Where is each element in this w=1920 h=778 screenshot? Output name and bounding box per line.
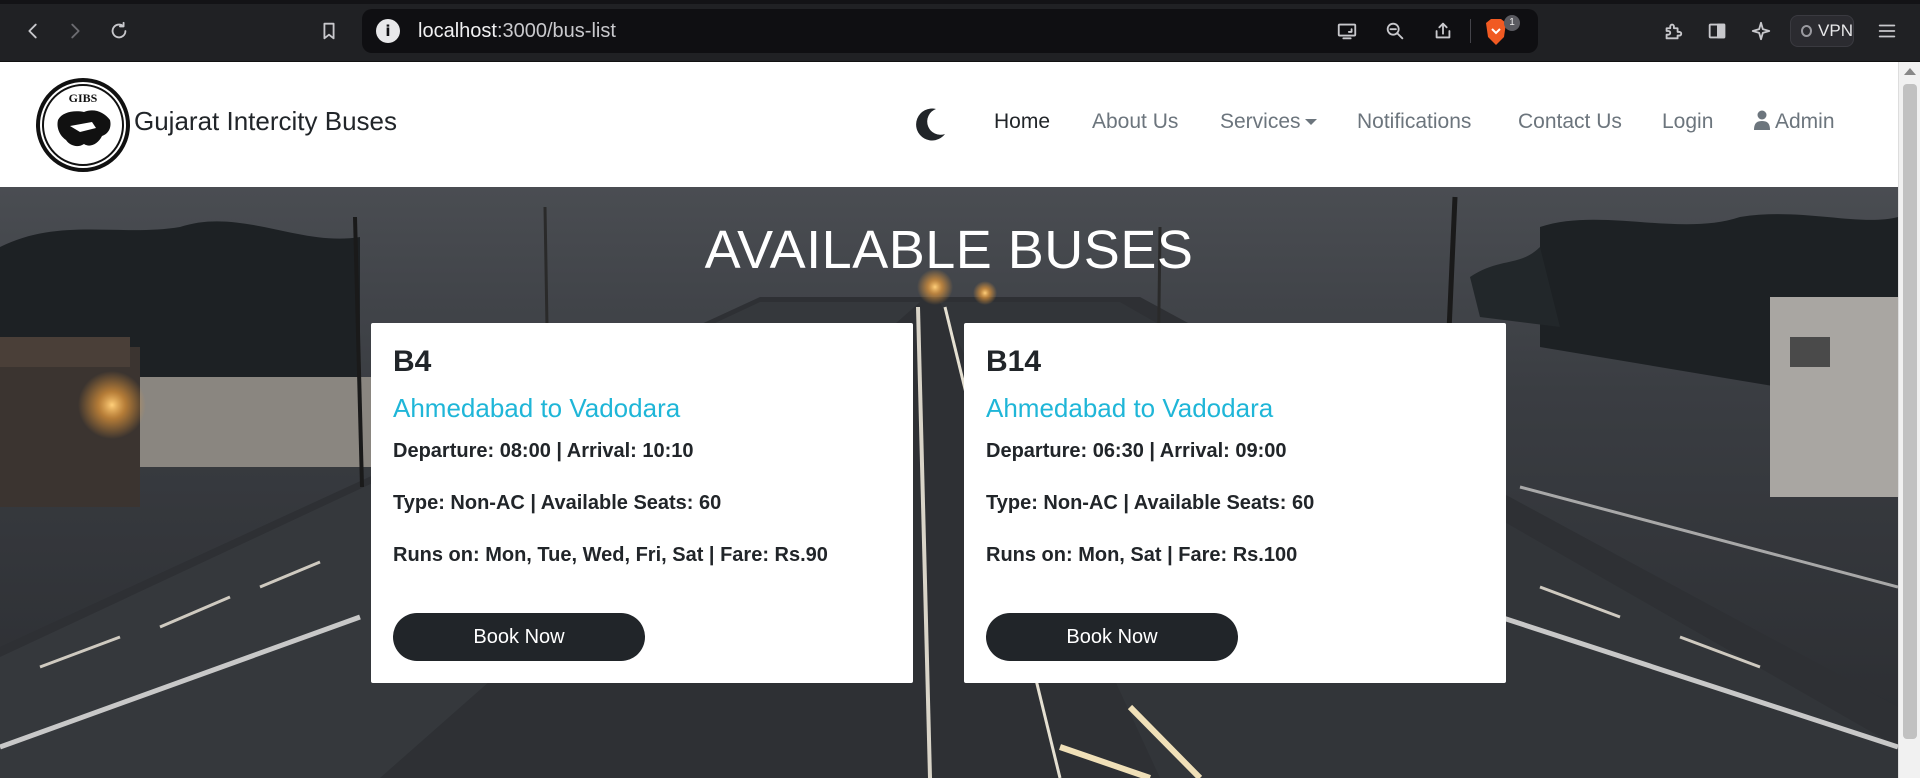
chevron-down-icon — [1304, 119, 1317, 126]
brave-shield-icon[interactable]: 1 — [1482, 15, 1520, 47]
brand-name[interactable]: Gujarat Intercity Buses — [134, 106, 397, 137]
url-text[interactable]: localhost:3000/bus-list — [418, 20, 616, 43]
extensions-icon[interactable] — [1656, 14, 1690, 48]
nav-home[interactable]: Home — [994, 110, 1050, 134]
zoom-out-icon[interactable] — [1382, 18, 1408, 44]
cast-icon[interactable] — [1334, 18, 1360, 44]
nav-admin-label: Admin — [1775, 110, 1835, 133]
site-navbar: GIBS Gujarat Intercity Buses Home About … — [0, 62, 1898, 187]
nav-login[interactable]: Login — [1662, 110, 1713, 134]
shield-count-badge: 1 — [1504, 15, 1520, 31]
nav-contact[interactable]: Contact Us — [1518, 110, 1622, 134]
vpn-status-icon — [1801, 25, 1813, 37]
bus-type-seats: Type: Non-AC | Available Seats: 60 — [986, 492, 1315, 514]
forward-icon[interactable] — [58, 14, 92, 48]
url-path: :3000/bus-list — [496, 20, 616, 42]
page-viewport: GIBS Gujarat Intercity Buses Home About … — [0, 62, 1898, 778]
nav-services-label: Services — [1220, 110, 1301, 133]
book-now-button[interactable]: Book Now — [986, 613, 1238, 661]
bus-runs-fare: Runs on: Mon, Sat | Fare: Rs.100 — [986, 544, 1298, 566]
nav-notifications[interactable]: Notifications — [1357, 110, 1471, 134]
vpn-button[interactable]: VPN — [1790, 15, 1854, 47]
bus-code: B4 — [393, 345, 432, 378]
browser-toolbar: i localhost:3000/bus-list 1 VPN — [0, 0, 1920, 62]
bus-code: B14 — [986, 345, 1042, 378]
back-icon[interactable] — [16, 14, 50, 48]
bus-timing: Departure: 06:30 | Arrival: 09:00 — [986, 440, 1287, 462]
book-now-button[interactable]: Book Now — [393, 613, 645, 661]
bus-route: Ahmedabad to Vadodara — [393, 393, 681, 423]
address-bar[interactable]: i localhost:3000/bus-list 1 — [362, 9, 1538, 53]
bookmark-icon[interactable] — [312, 14, 346, 48]
reload-icon[interactable] — [102, 14, 136, 48]
window-edge — [0, 0, 1920, 4]
bus-route: Ahmedabad to Vadodara — [986, 393, 1274, 423]
moon-icon[interactable] — [910, 104, 950, 144]
bus-type-seats: Type: Non-AC | Available Seats: 60 — [393, 492, 722, 514]
nav-about[interactable]: About Us — [1092, 110, 1178, 134]
site-info-icon[interactable]: i — [376, 19, 400, 43]
bus-runs-fare: Runs on: Mon, Tue, Wed, Fri, Sat | Fare:… — [393, 544, 828, 566]
url-host: localhost — [418, 20, 497, 42]
scroll-up-icon[interactable] — [1904, 68, 1916, 75]
nav-services[interactable]: Services — [1220, 110, 1317, 134]
bus-card: B4 Ahmedabad to Vadodara Departure: 08:0… — [371, 323, 913, 683]
logo-text: GIBS — [69, 91, 98, 105]
page-title: AVAILABLE BUSES — [704, 220, 1194, 280]
gibs-logo[interactable]: GIBS — [36, 78, 130, 172]
nav-admin[interactable]: Admin — [1753, 110, 1835, 134]
scrollbar-thumb[interactable] — [1903, 84, 1917, 739]
hero-section: AVAILABLE BUSES B4 Ahmedabad to Vadodara… — [0, 187, 1898, 778]
share-icon[interactable] — [1430, 18, 1456, 44]
user-icon — [1754, 110, 1770, 130]
vpn-label: VPN — [1818, 21, 1853, 40]
page-scrollbar[interactable] — [1898, 62, 1920, 778]
menu-icon[interactable] — [1870, 14, 1904, 48]
sidebar-icon[interactable] — [1700, 14, 1734, 48]
bus-timing: Departure: 08:00 | Arrival: 10:10 — [393, 440, 694, 462]
toolbar-divider — [1470, 19, 1471, 43]
leo-ai-icon[interactable] — [1744, 14, 1778, 48]
bus-card: B14 Ahmedabad to Vadodara Departure: 06:… — [964, 323, 1506, 683]
